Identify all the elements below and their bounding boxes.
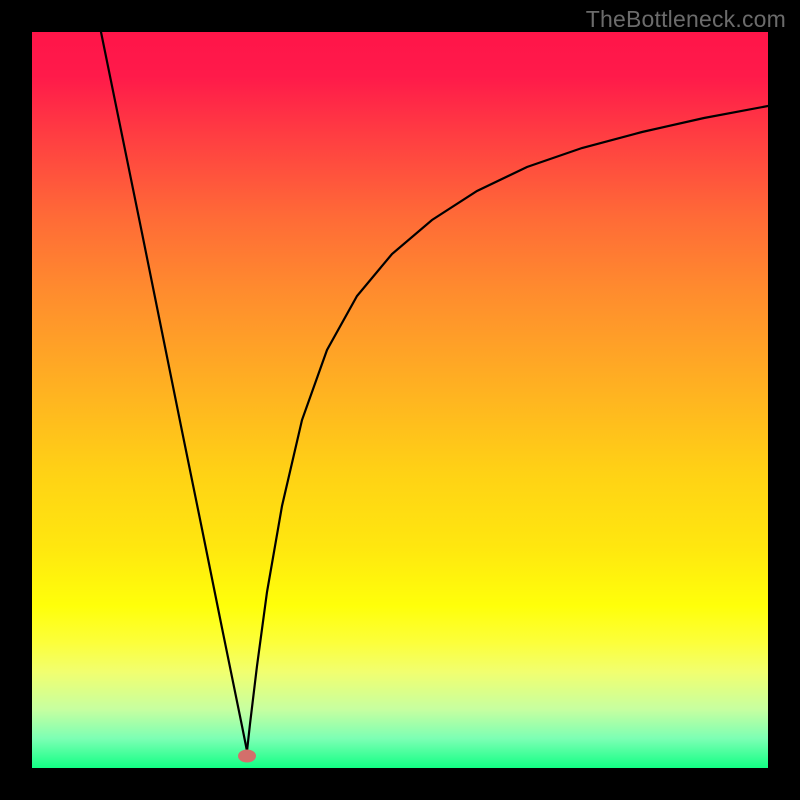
watermark-text: TheBottleneck.com bbox=[586, 6, 786, 33]
plot-area bbox=[32, 32, 768, 768]
bottleneck-marker bbox=[238, 750, 256, 763]
chart-curve bbox=[32, 32, 768, 768]
